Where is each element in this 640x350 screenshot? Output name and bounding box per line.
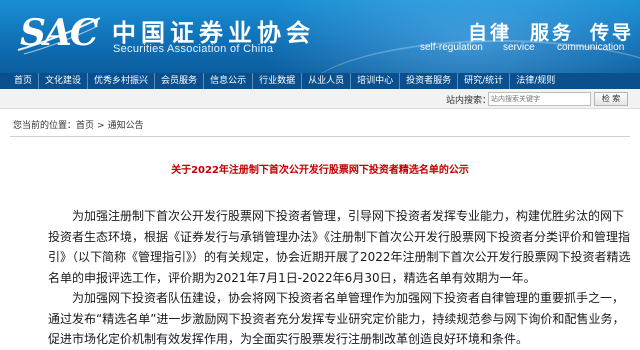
site-name-en: Securities Association of China [113,43,274,55]
nav-item-member-service[interactable]: 会员服务 [155,73,205,89]
slogan-communication-en: communication [557,42,625,53]
article-title: 关于2022年注册制下首次公开发行股票网下投资者精选名单的公示 [171,165,469,176]
search-label: 站内搜索： [446,96,492,106]
breadcrumb-home[interactable]: 首页 [76,121,94,131]
search-button[interactable]: 检 索 [594,92,628,106]
sac-logo[interactable]: SAC [14,10,102,56]
nav-item-training[interactable]: 培训中心 [351,73,401,89]
breadcrumb-current[interactable]: 通知公告 [108,121,144,131]
nav-item-rural[interactable]: 优秀乡村振兴 [88,73,156,89]
nav-item-industry-data[interactable]: 行业数据 [253,73,303,89]
breadcrumb-prefix: 您当前的位置： [13,121,77,131]
nav-item-disclosure[interactable]: 信息公示 [204,73,254,89]
breadcrumb-separator: > [97,121,105,131]
nav-item-practitioners[interactable]: 从业人员 [302,73,352,89]
slogan-self-regulation-en: self-regulation [420,42,483,53]
nav-item-home[interactable]: 首页 [0,73,40,89]
nav-item-investor-service[interactable]: 投资者服务 [400,73,459,89]
slogan-communication: 传导 [590,22,635,44]
slogan-service: 服务 [530,22,575,44]
search-input[interactable] [488,92,591,106]
logo-mark-text: SAC [20,12,99,54]
article-paragraph: 为加强注册制下首次公开发行股票网下投资者管理，引导网下投资者发挥专业能力，构建优… [48,209,631,285]
nav-item-legal[interactable]: 法律/规则 [510,73,561,89]
nav-item-research[interactable]: 研究/统计 [458,73,511,89]
search-bar: 站内搜索： 检 索 [0,89,640,109]
breadcrumb-divider [10,136,630,137]
nav-item-culture[interactable]: 文化建设 [39,73,89,89]
article-body: 为加强注册制下首次公开发行股票网下投资者管理，引导网下投资者发挥专业能力，构建优… [48,206,633,350]
slogan-self-regulation: 自律 [468,22,513,44]
breadcrumb: 您当前的位置：首页 > 通知公告 [0,119,640,133]
main-nav: 首页 文化建设 优秀乡村振兴 会员服务 信息公示 行业数据 从业人员 培训中心 … [0,73,640,89]
slogan-service-en: service [503,42,535,53]
site-header: SAC 中国证券业协会 Securities Association of Ch… [0,0,640,73]
article-paragraph: 为加强网下投资者队伍建设，协会将网下投资者名单管理作为加强网下投资者自律管理的重… [48,291,625,346]
